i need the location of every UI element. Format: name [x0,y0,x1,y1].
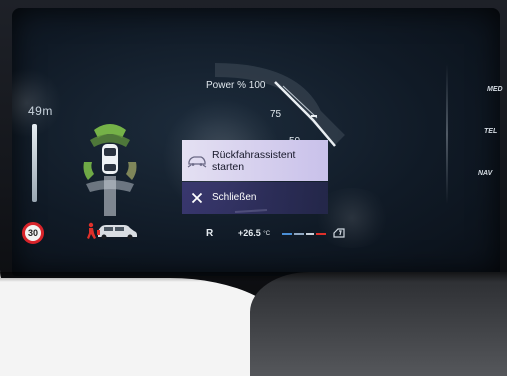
pedestrian-warning-icon [87,222,137,240]
photo-scene: 49m 30 Power % 100 75 50 [0,0,507,376]
menu-item-close[interactable]: Schließen [182,182,328,214]
close-icon [182,192,212,204]
menu-item-label: Rückfahrassistent starten [212,148,296,173]
dashboard-lower-surface [0,278,290,376]
outside-temperature: +26.5 °C [238,228,271,238]
energy-icon [333,228,345,238]
side-menu-navigation: NAV [478,170,493,177]
light-glare [12,68,62,138]
side-menu-phone: TEL [484,128,498,135]
dashboard-trim-panel [250,272,507,376]
reverse-assist-menu: Rückfahrassistent starten Schließen [182,140,328,214]
gear-indicator: R [206,228,214,239]
side-menu-media: MED [487,86,503,93]
power-tick-75: 75 [270,109,282,120]
menu-item-start-reverse-assist[interactable]: Rückfahrassistent starten [182,140,328,181]
menu-item-label: Schließen [212,192,257,203]
dashboard-shadow [0,272,507,282]
right-panel-divider [446,64,448,204]
parking-distance-bar [32,124,37,202]
reverse-assist-icon [182,154,212,168]
speed-limit-sign: 30 [22,222,44,244]
parking-sensor-graphic [83,124,137,216]
parking-distance-readout: 49m [28,104,53,118]
power-gauge-label: Power % 100 [206,80,266,91]
range-indicator-bar [282,233,326,235]
